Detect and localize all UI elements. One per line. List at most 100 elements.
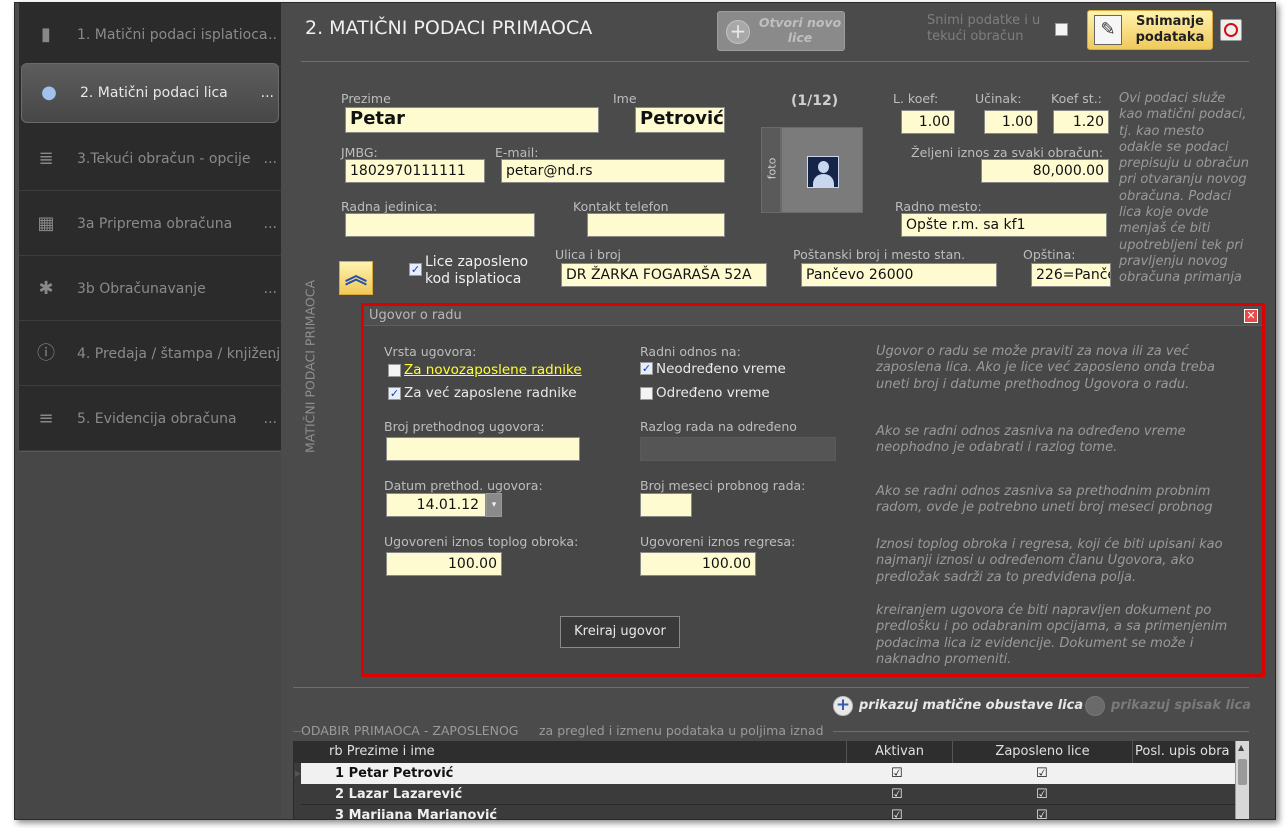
zaposleno-label: Lice zaposleno kod isplatioca (425, 254, 529, 287)
ucinak-field[interactable]: 1.00 (984, 110, 1038, 134)
datum-field[interactable]: 14.01.12 (386, 493, 486, 517)
razlog-field[interactable] (640, 437, 836, 461)
col-header-zaposleno[interactable]: Zaposleno lice (953, 741, 1133, 763)
sidebar-item-label: 3b Obračunavanje (77, 280, 206, 297)
new-person-button[interactable]: + Otvori novo lice (717, 11, 845, 51)
col-header-aktivan[interactable]: Aktivan (847, 741, 953, 763)
save-current-label: Snimi podatke i u tekući obračun (927, 13, 1041, 44)
spisak-toggle[interactable]: prikazuj spisak lica (1085, 695, 1255, 717)
novo-checkbox[interactable] (388, 364, 401, 377)
foto-tab[interactable]: foto (761, 127, 781, 213)
page-title: 2. MATIČNI PODACI PRIMAOCA (305, 17, 593, 39)
row-zaposleno-check[interactable]: ☑ (1036, 763, 1048, 784)
col-header-name[interactable]: rb Prezime i ime (293, 741, 847, 763)
vec-checkbox[interactable]: ✓ (388, 387, 401, 400)
radno-mesto-field[interactable]: Opšte r.m. sa kf1 (901, 213, 1107, 237)
topli-field[interactable]: 100.00 (386, 552, 502, 576)
user-icon: ● (41, 82, 57, 103)
sidebar-item-tekuci[interactable]: ≣ 3.Tekući obračun - opcije ... (19, 127, 281, 191)
obustave-label: prikazuj matične obustave lica (859, 698, 1084, 713)
table-row[interactable]: ▶ 1 Petar Petrović ☑ ☑ (295, 763, 1237, 784)
ime-field[interactable]: Petrović (635, 107, 725, 133)
kontakt-field[interactable] (587, 213, 725, 237)
radni-odnos-label: Radni odnos na: (640, 344, 741, 359)
sidebar-item-isplatilac[interactable]: ▮ 1. Matični podaci isplatioca ... (19, 3, 281, 67)
email-field[interactable]: petar@nd.rs (501, 159, 725, 183)
jmbg-label: JMBG: (341, 145, 378, 160)
pillar-icon: ▮ (41, 23, 51, 45)
prezime-label: Prezime (341, 91, 391, 106)
topli-label: Ugovoreni iznos toplog obroka: (384, 534, 579, 549)
neodredjeno-checkbox[interactable]: ✓ (640, 362, 653, 375)
probni-field[interactable] (640, 493, 692, 517)
close-dialog-button[interactable]: ✕ (1244, 309, 1258, 323)
regres-field[interactable]: 100.00 (640, 552, 756, 576)
save-button[interactable]: ✎ Snimanje podataka (1087, 10, 1213, 50)
save-current-checkbox[interactable] (1055, 23, 1068, 36)
prezime-field[interactable]: Petar (345, 107, 599, 133)
vertical-label-text: MATIČNI PODACI PRIMAOCA (302, 279, 318, 454)
postanski-field[interactable]: Pančevo 26000 (801, 263, 997, 287)
table-row[interactable]: 2 Lazar Lazarević ☑ ☑ (301, 784, 1237, 805)
obustave-toggle[interactable]: + prikazuj matične obustave lica (833, 695, 1083, 717)
sidebar-item-dots: ... (263, 345, 277, 362)
lkoef-field[interactable]: 1.00 (901, 110, 955, 134)
scroll-thumb[interactable] (1238, 759, 1247, 785)
zaposleno-checkbox[interactable]: ✓ (409, 263, 422, 276)
row-zaposleno-check[interactable]: ☑ (1036, 805, 1048, 819)
broj-prethodnog-field[interactable] (386, 437, 580, 461)
sidebar-item-lica[interactable]: ● 2. Matični podaci lica ... (21, 63, 279, 123)
grid-scrollbar[interactable]: ▲ (1235, 741, 1249, 819)
razlog-label: Razlog rada na određeno (640, 419, 797, 434)
vec-label: Za već zaposlene radnike (404, 385, 577, 401)
col-header-upis[interactable]: Posl. upis obra (1133, 741, 1237, 763)
edit-document-icon: ✎ (1094, 15, 1122, 45)
photo-box[interactable] (781, 127, 863, 213)
collapse-button[interactable]: ︽ (339, 261, 373, 295)
koefst-field[interactable]: 1.20 (1053, 110, 1109, 134)
dialog-note-5: kreiranjem ugovora će biti napravljen do… (876, 603, 1228, 667)
dialog-note-2: Ako se radni odnos zasniva na određeno v… (876, 424, 1186, 456)
sidebar-item-obracunavanje[interactable]: ✱ 3b Obračunavanje ... (19, 257, 281, 321)
broj-prethodnog-label: Broj prethodnog ugovora: (384, 419, 545, 434)
odredjeno-checkbox[interactable] (640, 387, 653, 400)
new-person-label: Otvori novo lice (758, 15, 842, 45)
user-silhouette-icon (807, 156, 839, 188)
sidebar-item-priprema[interactable]: ▦ 3a Priprema obračuna ... (19, 192, 281, 256)
sidebar-item-label: 3a Priprema obračuna (77, 215, 233, 232)
row-aktivan-check[interactable]: ☑ (891, 805, 903, 819)
zeljeni-field[interactable]: 80,000.00 (981, 159, 1109, 183)
row-name: 2 Lazar Lazarević (335, 787, 463, 802)
email-label: E-mail: (495, 145, 539, 160)
plus-circle-icon: + (833, 696, 853, 716)
radna-jedinica-field[interactable] (345, 213, 535, 237)
close-icon: ✕ (1246, 309, 1256, 322)
sidebar-item-label: 4. Predaja / štampa / knjiženj... (77, 345, 294, 362)
ime-label: Ime (613, 91, 637, 106)
cancel-button[interactable] (1220, 19, 1242, 41)
header-divider (301, 61, 1249, 62)
row-aktivan-check[interactable]: ☑ (891, 763, 903, 784)
ulica-field[interactable]: DR ŽARKA FOGARAŠA 52A (561, 263, 767, 287)
sidebar-item-label: 3.Tekući obračun - opcije (77, 150, 251, 167)
dialog-note-1: Ugovor o radu se može praviti za nova il… (876, 344, 1215, 392)
sidebar-item-predaja[interactable]: ⓘ 4. Predaja / štampa / knjiženj... ... (19, 322, 294, 386)
row-zaposleno-check[interactable]: ☑ (1036, 784, 1048, 805)
ugovor-dialog: Ugovor o radu ✕ Vrsta ugovora: Za novoza… (361, 303, 1265, 677)
jmbg-field[interactable]: 1802970111111 (345, 159, 485, 183)
main-panel: 2. MATIČNI PODACI PRIMAOCA + Otvori novo… (281, 3, 1275, 819)
chevron-down-icon: ▾ (491, 500, 497, 510)
kontakt-label: Kontakt telefon (573, 199, 669, 214)
table-row[interactable]: 3 Marijana Marjanović ☑ ☑ (301, 805, 1237, 819)
sidebar-item-dots: ... (263, 410, 277, 427)
datum-dropdown-button[interactable]: ▾ (486, 493, 502, 517)
sidebar-item-evidencija[interactable]: ≡ 5. Evidencija obračuna ... (19, 387, 281, 451)
opstina-field[interactable]: 226=Panče (1031, 263, 1111, 287)
double-chevron-up-icon: ︽ (344, 264, 367, 289)
create-contract-button[interactable]: Kreiraj ugovor (560, 616, 680, 648)
datum-label: Datum prethod. ugovora: (384, 478, 543, 493)
scroll-up-icon[interactable]: ▲ (1238, 743, 1244, 752)
neodredjeno-label: Neodređeno vreme (656, 361, 786, 377)
row-aktivan-check[interactable]: ☑ (891, 784, 903, 805)
zeljeni-label: Željeni iznos za svaki obračun: (911, 145, 1104, 160)
